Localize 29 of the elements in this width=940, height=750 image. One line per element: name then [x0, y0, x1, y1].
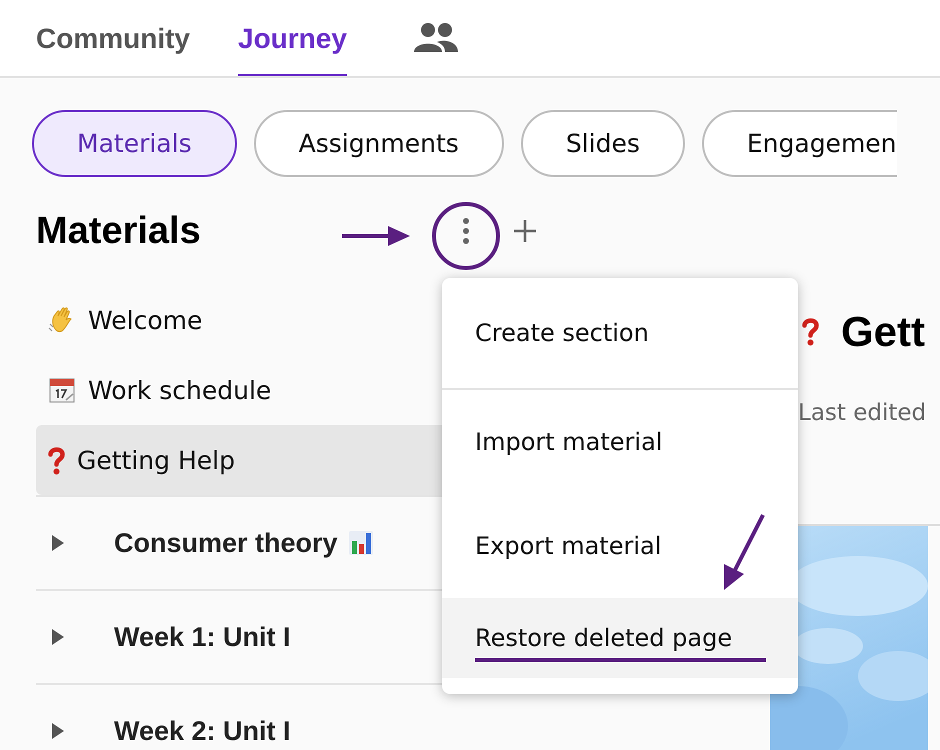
add-button[interactable]: [512, 218, 538, 244]
section-label: Consumer theory: [114, 528, 338, 558]
page-title: Gett: [841, 308, 925, 356]
expand-icon[interactable]: [50, 628, 66, 646]
nav-tab[interactable]: Community: [36, 0, 190, 76]
menu-item[interactable]: Export material: [442, 494, 798, 598]
filter-tab[interactable]: Assignments: [254, 110, 504, 177]
section-title: Materials: [36, 210, 201, 252]
section-label: Week 2: Unit I: [114, 716, 291, 746]
filter-tab[interactable]: Slides: [520, 110, 685, 177]
people-icon: [412, 21, 459, 53]
section-label: Week 1: Unit I: [114, 622, 291, 652]
nav-tab[interactable]: Journey: [238, 0, 347, 76]
last-edited-text: Last edited: [798, 400, 928, 426]
calendar-icon: [48, 376, 76, 404]
expand-icon[interactable]: [50, 722, 66, 740]
question-mark-icon: [802, 317, 819, 346]
question-mark-icon: [48, 446, 65, 474]
more-options-icon: [462, 217, 470, 245]
page-label: Getting Help: [77, 446, 235, 474]
menu-item[interactable]: Create section: [442, 278, 798, 390]
filter-tab[interactable]: Materials: [32, 110, 237, 177]
expand-icon[interactable]: [50, 534, 66, 552]
menu-item[interactable]: Restore deleted page: [442, 598, 798, 678]
page-label: Work schedule: [88, 376, 272, 404]
filter-tab[interactable]: Engagemen: [702, 110, 897, 177]
bar-chart-icon: [348, 530, 374, 556]
page-label: Welcome: [88, 306, 202, 334]
highlight-circle: [431, 201, 501, 271]
